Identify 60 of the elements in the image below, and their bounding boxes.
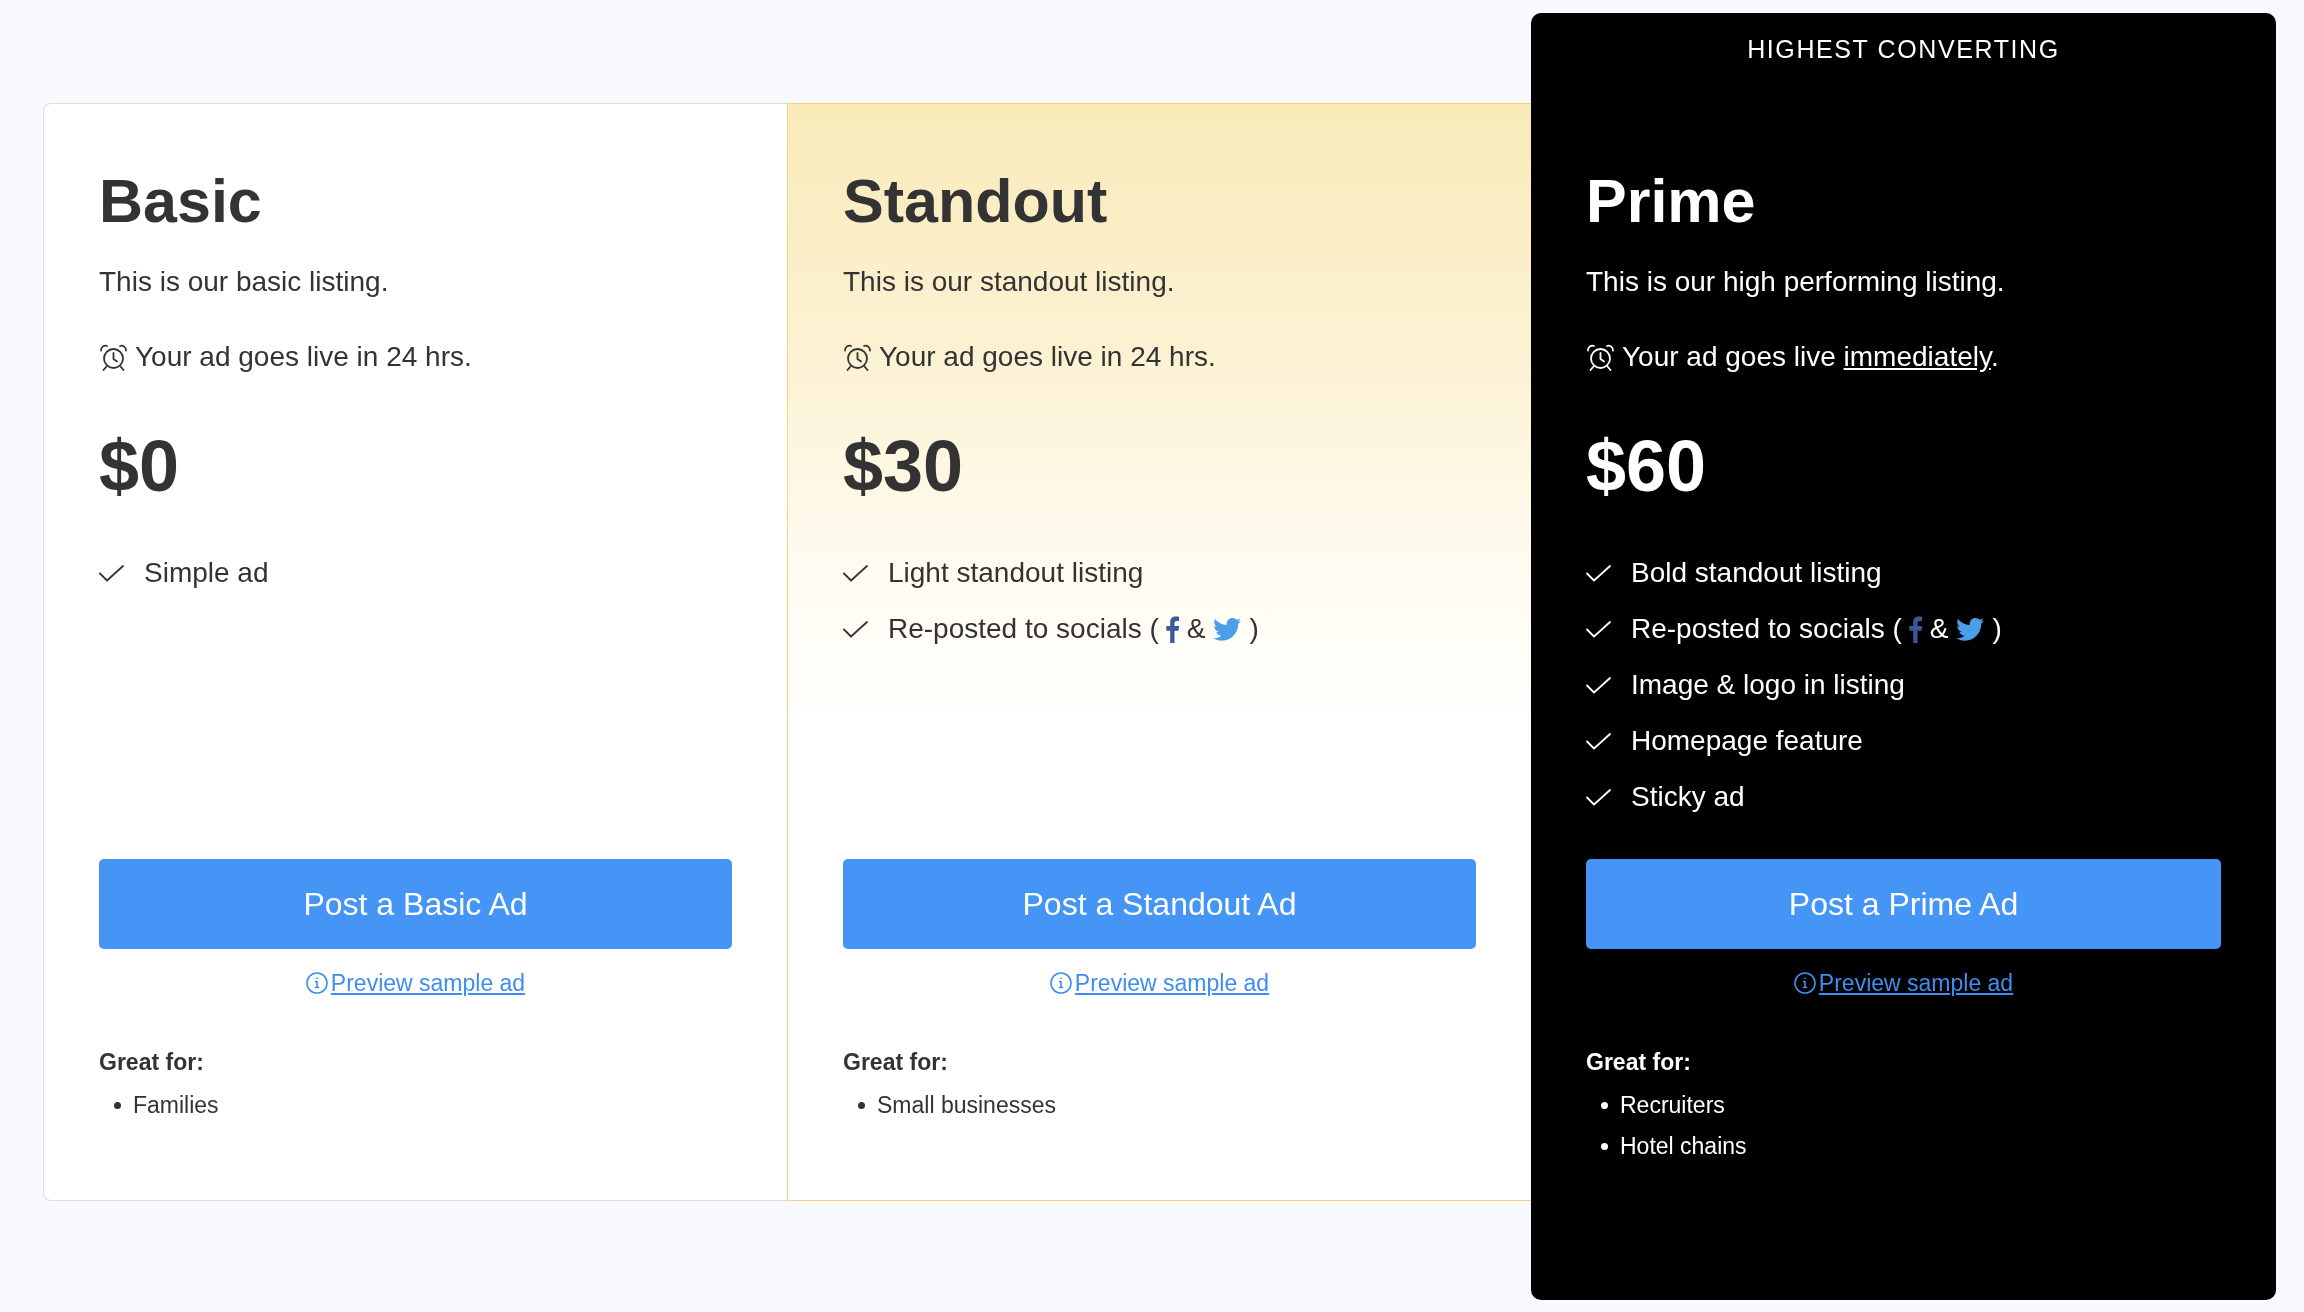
great-for-label: Great for: (99, 1048, 205, 1077)
go-live-text: Your ad goes live immediately. (1622, 340, 1999, 374)
bird-icon (1956, 617, 1985, 641)
check-icon (1586, 676, 1611, 694)
bullet-icon (1601, 1102, 1608, 1109)
post-ad-button[interactable]: Post a Prime Ad (1586, 859, 2221, 949)
great-for-item: Hotel chains (1620, 1133, 1747, 1160)
great-for-item: Small businesses (877, 1092, 1056, 1119)
banner-label: HIGHEST CONVERTING (1746, 34, 2061, 65)
ampersand-text: & (1929, 613, 1949, 645)
facebook-icon (1165, 615, 1179, 643)
great-for-item: Families (133, 1092, 219, 1119)
alarm-clock-icon (1586, 343, 1615, 371)
check-icon (1586, 620, 1611, 638)
plan-description: This is our basic listing. (99, 265, 390, 299)
check-icon (843, 620, 868, 638)
feature-text: Light standout listing (888, 557, 1144, 589)
post-ad-button[interactable]: Post a Basic Ad (99, 859, 732, 949)
plan-price: $60 (1586, 425, 1708, 508)
plan-title: Prime (1586, 166, 1757, 237)
feature-text: Sticky ad (1631, 781, 1745, 813)
parenthesis-text: ) (1249, 613, 1259, 645)
check-icon (1586, 732, 1611, 750)
alarm-clock-icon (843, 343, 872, 371)
check-icon (1586, 788, 1611, 806)
alarm-clock-icon (99, 343, 128, 371)
bullet-icon (1601, 1143, 1608, 1150)
check-icon (843, 564, 868, 582)
bird-icon (1213, 617, 1242, 641)
check-icon (99, 564, 124, 582)
feature-text: Re-posted to socials ( (1631, 613, 1902, 645)
plan-title: Standout (843, 166, 1109, 237)
bullet-icon (114, 1102, 121, 1109)
bullet-icon (858, 1102, 865, 1109)
preview-link[interactable]: Preview sample ad (1049, 966, 1270, 1000)
feature-text: Re-posted to socials ( (888, 613, 1159, 645)
plan-description: This is our high performing listing. (1586, 265, 2006, 299)
great-for-item: Recruiters (1620, 1092, 1725, 1119)
feature-text: Image & logo in listing (1631, 669, 1905, 701)
feature-text: Homepage feature (1631, 725, 1863, 757)
info-icon (1049, 972, 1072, 994)
preview-link[interactable]: Preview sample ad (1793, 966, 2014, 1000)
preview-link[interactable]: Preview sample ad (305, 966, 526, 1000)
great-for-label: Great for: (843, 1048, 949, 1077)
parenthesis-text: ) (1992, 613, 2002, 645)
feature-text: Simple ad (144, 557, 269, 589)
check-icon (1586, 564, 1611, 582)
plan-description: This is our standout listing. (843, 265, 1176, 299)
info-icon (1793, 972, 1816, 994)
post-ad-button[interactable]: Post a Standout Ad (843, 859, 1476, 949)
facebook-icon (1908, 615, 1922, 643)
plan-price: $0 (99, 425, 181, 508)
go-live-text: Your ad goes live in 24 hrs. (879, 340, 1216, 374)
info-icon (305, 972, 328, 994)
great-for-label: Great for: (1586, 1048, 1692, 1077)
feature-text: Bold standout listing (1631, 557, 1882, 589)
plan-title: Basic (99, 166, 263, 237)
ampersand-text: & (1186, 613, 1206, 645)
go-live-text: Your ad goes live in 24 hrs. (135, 340, 472, 374)
plan-price: $30 (843, 425, 965, 508)
